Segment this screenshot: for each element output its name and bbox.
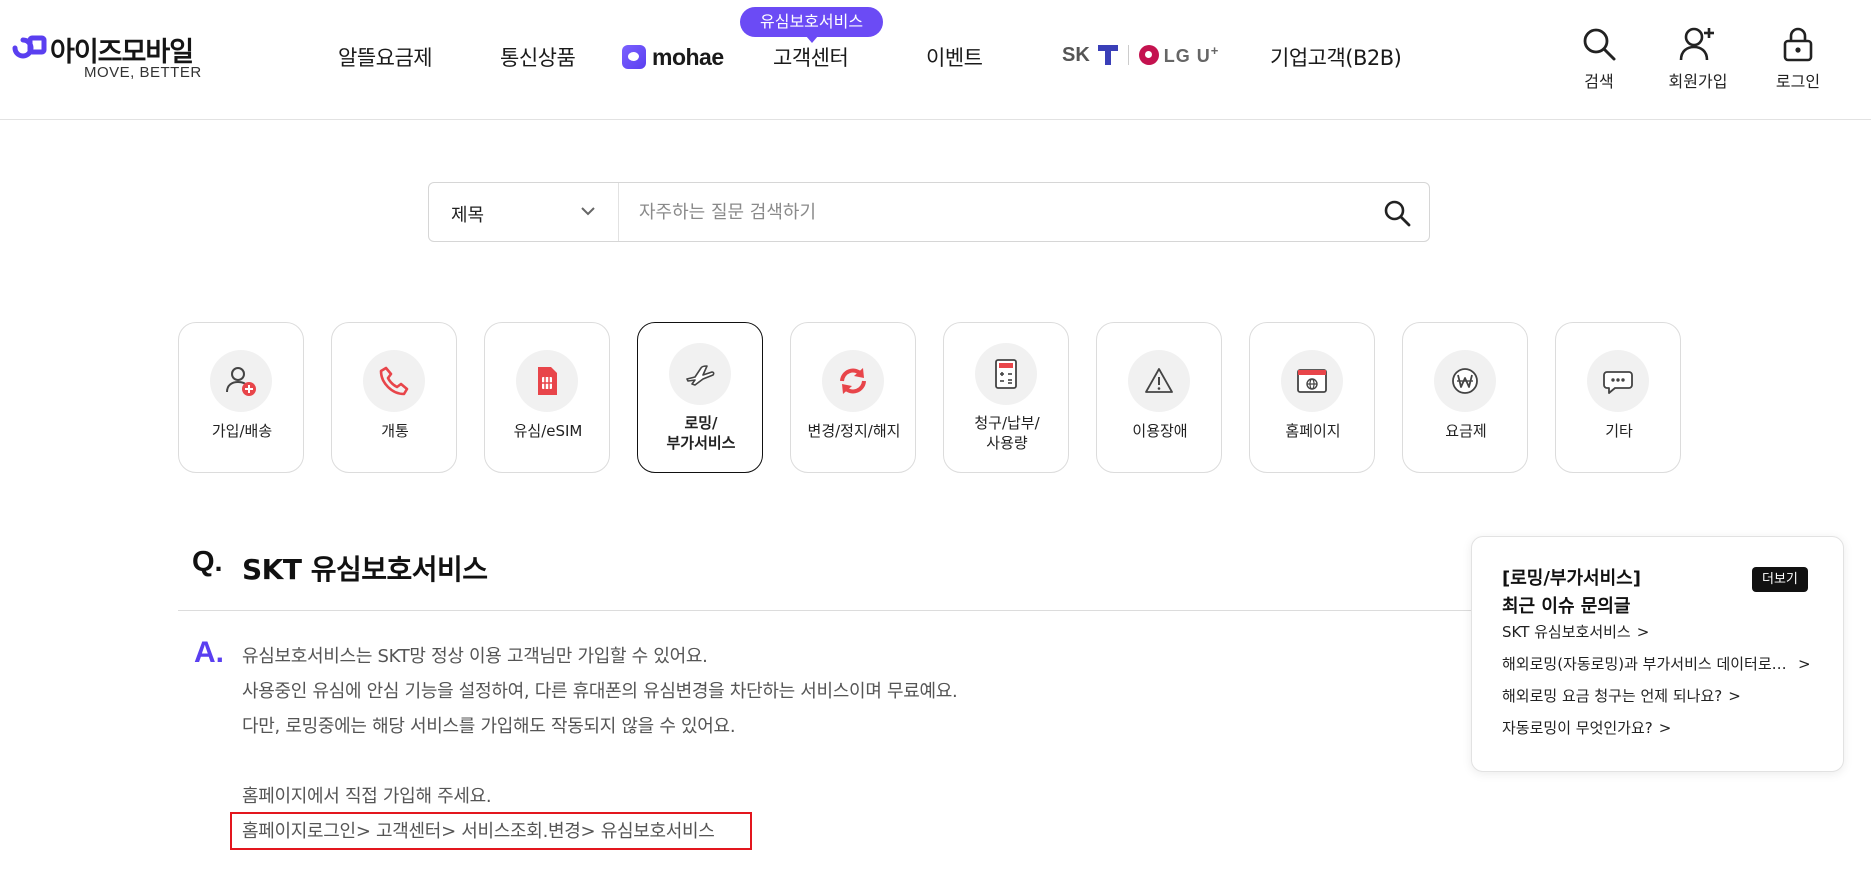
chat-icon (1603, 371, 1633, 394)
answer-mark: A. (194, 636, 224, 669)
signup-util-button[interactable]: 회원가입 (1653, 26, 1743, 92)
site-header: 아이즈모바일 MOVE, BETTER 알뜰요금제 통신상품 mohae 유심보… (0, 0, 1871, 120)
mohae-label: mohae (652, 43, 724, 70)
cat-icon-bg (1128, 350, 1190, 412)
cat-icon-bg (669, 343, 731, 405)
panel-link[interactable]: 해외로밍(자동로밍)과 부가서비스 데이터로밍 차단은 어떻게 하나요?> (1502, 653, 1822, 674)
cat-icon-bg (1434, 350, 1496, 412)
category-homepage[interactable]: 홈페이지 (1249, 322, 1375, 473)
calculator-icon (995, 359, 1017, 389)
panel-link[interactable]: 해외로밍 요금 청구는 언제 되나요? > (1502, 685, 1822, 706)
warning-icon (1145, 368, 1173, 393)
login-util-label: 로그인 (1775, 72, 1821, 91)
panel-title-category: [로밍/부가서비스] (1502, 568, 1641, 589)
nav-item-b2b[interactable]: 기업고객(B2B) (1270, 42, 1402, 72)
category-roaming-addon[interactable]: 로밍/부가서비스 (637, 322, 763, 473)
category-label: 요금제 (1445, 422, 1487, 440)
nav-item-carriers[interactable]: SK LG U+ (1062, 40, 1219, 70)
chevron-right-icon: > (1798, 654, 1811, 673)
brand-tagline: MOVE, BETTER (84, 64, 202, 81)
search-type-select[interactable]: 제목 (429, 183, 619, 241)
highlight-box (230, 812, 752, 850)
chevron-right-icon: > (1636, 622, 1650, 641)
category-join-delivery[interactable]: 가입/배송 (178, 322, 304, 473)
faq-search-input[interactable] (619, 183, 1359, 241)
won-icon (1452, 368, 1478, 394)
lock-icon (1783, 27, 1813, 62)
recent-issues-panel: [로밍/부가서비스] 최근 이슈 문의글 더보기 SKT 유심보호서비스 > 해외… (1471, 536, 1844, 772)
category-label: 이용장애 (1132, 422, 1188, 440)
cat-icon-bg (210, 350, 272, 412)
search-util-label: 검색 (1584, 72, 1614, 91)
cat-icon-bg (516, 350, 578, 412)
category-rate-plans[interactable]: 요금제 (1402, 322, 1528, 473)
more-button[interactable]: 더보기 (1752, 567, 1808, 592)
user-add-icon (226, 367, 256, 396)
chevron-down-icon (581, 207, 595, 216)
login-util-button[interactable]: 로그인 (1753, 26, 1843, 92)
category-label: 개통 (381, 422, 409, 440)
answer-line: 다만, 로밍중에는 해당 서비스를 가입해도 작동되지 않을 수 있어요. (242, 716, 736, 737)
phone-icon (379, 366, 409, 396)
panel-link[interactable]: 자동로밍이 무엇인가요? > (1502, 717, 1822, 738)
faq-search-bar: 제목 (428, 182, 1430, 242)
cat-icon-bg (822, 350, 884, 412)
cat-icon-bg (1587, 350, 1649, 412)
category-usim-esim[interactable]: 유심/eSIM (484, 322, 610, 473)
search-submit-icon[interactable] (1383, 199, 1411, 227)
mohae-logo-icon (622, 45, 646, 69)
nav-item-products[interactable]: 통신상품 (500, 42, 576, 72)
chevron-right-icon: > (1658, 718, 1672, 737)
answer-line: 홈페이지에서 직접 가입해 주세요. (242, 786, 492, 807)
cat-icon-bg (363, 350, 425, 412)
chevron-right-icon: > (1728, 686, 1741, 705)
usim-protection-badge[interactable]: 유심보호서비스 (740, 7, 884, 43)
lg-logo-icon (1138, 45, 1159, 65)
category-label: 가입/배송 (211, 422, 273, 440)
brand-logo[interactable]: 아이즈모바일 MOVE, BETTER (12, 30, 212, 82)
skt-label: SK (1062, 43, 1090, 66)
refresh-icon (840, 368, 866, 394)
qa-divider (178, 610, 1478, 611)
signup-util-label: 회원가입 (1668, 72, 1728, 91)
question-title: SKT 유심보호서비스 (242, 553, 488, 586)
cat-icon-bg (1281, 350, 1343, 412)
category-activation[interactable]: 개통 (331, 322, 457, 473)
cat-icon-bg (975, 343, 1037, 405)
category-label: 청구/납부/사용량 (974, 414, 1040, 452)
carrier-divider (1127, 45, 1129, 65)
panel-link[interactable]: SKT 유심보호서비스 > (1502, 621, 1822, 642)
category-label: 로밍/부가서비스 (666, 414, 736, 452)
nav-item-plans[interactable]: 알뜰요금제 (338, 42, 433, 72)
nav-item-customer-center[interactable]: 고객센터 (773, 42, 849, 72)
search-type-value: 제목 (451, 205, 485, 226)
category-billing-usage[interactable]: 청구/납부/사용량 (943, 322, 1069, 473)
logo-mark-icon (12, 35, 47, 59)
lgu-label: LG U+ (1163, 43, 1220, 66)
faq-category-list: 가입/배송 개통 유심/eSIM 로밍/부가서비스 변경/정지/해지 청구/납부… (178, 322, 1681, 474)
user-add-icon (1679, 27, 1714, 61)
search-icon (1583, 28, 1616, 61)
category-label: 홈페이지 (1285, 422, 1341, 440)
skt-t-logo-icon (1097, 45, 1118, 65)
nav-item-mohae[interactable]: mohae (622, 42, 724, 72)
question-mark: Q. (192, 546, 223, 578)
answer-line: 유심보호서비스는 SKT망 정상 이용 고객님만 가입할 수 있어요. (242, 646, 708, 667)
nav-item-events[interactable]: 이벤트 (926, 42, 983, 72)
airplane-icon (686, 365, 715, 386)
category-other[interactable]: 기타 (1555, 322, 1681, 473)
search-util-button[interactable]: 검색 (1554, 26, 1644, 92)
category-label: 변경/정지/해지 (807, 422, 901, 440)
category-service-issue[interactable]: 이용장애 (1096, 322, 1222, 473)
browser-icon (1297, 369, 1327, 393)
category-label: 유심/eSIM (513, 422, 583, 440)
category-change-suspend-cancel[interactable]: 변경/정지/해지 (790, 322, 916, 473)
sim-icon (538, 367, 557, 395)
answer-line: 사용중인 유심에 안심 기능을 설정하여, 다른 휴대폰의 유심변경을 차단하는… (242, 681, 958, 702)
panel-title: 최근 이슈 문의글 (1502, 596, 1631, 617)
category-label: 기타 (1605, 422, 1633, 440)
